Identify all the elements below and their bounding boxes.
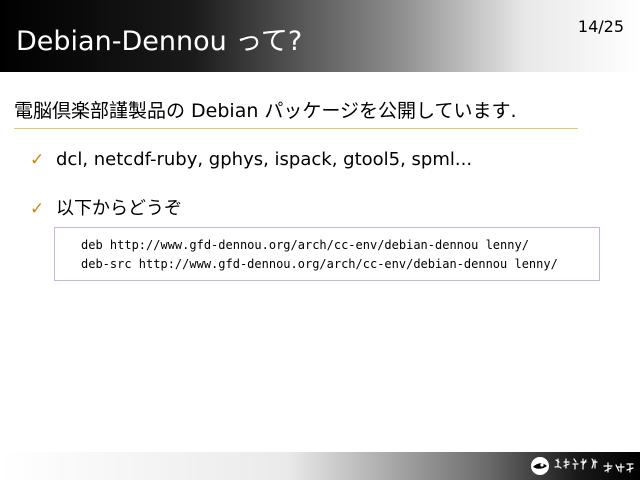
bullet-text: 以下からどうぞ bbox=[56, 198, 182, 219]
apt-sources-code-box: deb http://www.gfd-dennou.org/arch/cc-en… bbox=[54, 227, 600, 281]
check-icon: ✓ bbox=[30, 150, 45, 170]
slide-header: Debian-Dennou って? 14/25 bbox=[0, 0, 640, 72]
slide-subtitle: 電脳倶楽部謹製品の Debian パッケージを公開しています. bbox=[14, 100, 517, 122]
code-line-deb-src: deb-src http://www.gfd-dennou.org/arch/c… bbox=[81, 257, 558, 271]
bullet-text: dcl, netcdf-ruby, gphys, ispack, gtool5,… bbox=[56, 149, 473, 170]
subtitle-underline bbox=[14, 128, 578, 129]
slide-title: Debian-Dennou って? bbox=[16, 26, 303, 57]
gfd-dennou-logo bbox=[531, 457, 634, 475]
slide: Debian-Dennou って? 14/25 電脳倶楽部謹製品の Debian… bbox=[0, 0, 640, 480]
code-line-deb: deb http://www.gfd-dennou.org/arch/cc-en… bbox=[81, 238, 529, 252]
bullet-item-packages: ✓ dcl, netcdf-ruby, gphys, ispack, gtool5… bbox=[30, 149, 472, 170]
bullet-item-download: ✓ 以下からどうぞ bbox=[30, 194, 182, 220]
slide-footer bbox=[0, 452, 640, 480]
page-number: 14/25 bbox=[577, 17, 624, 36]
check-icon: ✓ bbox=[30, 199, 45, 219]
